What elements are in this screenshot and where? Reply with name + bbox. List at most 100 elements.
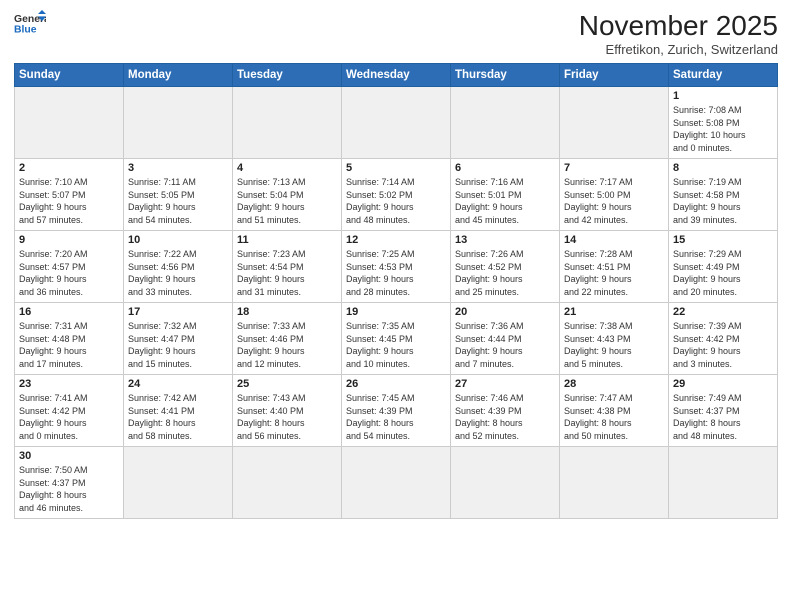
- day-cell: 3 Sunrise: 7:11 AM Sunset: 5:05 PM Daylig…: [124, 159, 233, 231]
- day-info: Sunrise: 7:33 AM Sunset: 4:46 PM Dayligh…: [237, 320, 337, 370]
- day-number: 23: [19, 378, 119, 390]
- day-cell: [560, 87, 669, 159]
- weekday-header-row: Sunday Monday Tuesday Wednesday Thursday…: [15, 64, 778, 87]
- day-info: Sunrise: 7:26 AM Sunset: 4:52 PM Dayligh…: [455, 248, 555, 298]
- day-cell: 9Sunrise: 7:20 AM Sunset: 4:57 PM Daylig…: [15, 231, 124, 303]
- week-row-4: 23 Sunrise: 7:41 AM Sunset: 4:42 PM Dayli…: [15, 375, 778, 447]
- header-friday: Friday: [560, 64, 669, 87]
- day-info: Sunrise: 7:43 AM Sunset: 4:40 PM Dayligh…: [237, 392, 337, 442]
- title-block: November 2025 Effretikon, Zurich, Switze…: [579, 10, 778, 57]
- day-cell: 13 Sunrise: 7:26 AM Sunset: 4:52 PM Dayli…: [451, 231, 560, 303]
- day-info: Sunrise: 7:13 AM Sunset: 5:04 PM Dayligh…: [237, 176, 337, 226]
- header-sunday: Sunday: [15, 64, 124, 87]
- day-cell: [15, 87, 124, 159]
- day-cell: [342, 87, 451, 159]
- day-cell: [342, 447, 451, 519]
- day-cell: 1 Sunrise: 7:08 AM Sunset: 5:08 PM Daylig…: [669, 87, 778, 159]
- day-cell: 28 Sunrise: 7:47 AM Sunset: 4:38 PM Dayli…: [560, 375, 669, 447]
- day-info: Sunrise: 7:10 AM Sunset: 5:07 PM Dayligh…: [19, 176, 119, 226]
- day-number: 27: [455, 378, 555, 390]
- day-number: 28: [564, 378, 664, 390]
- day-number: 15: [673, 234, 773, 246]
- day-number: 7: [564, 162, 664, 174]
- day-cell: 2Sunrise: 7:10 AM Sunset: 5:07 PM Daylig…: [15, 159, 124, 231]
- day-info: Sunrise: 7:16 AM Sunset: 5:01 PM Dayligh…: [455, 176, 555, 226]
- day-cell: 14Sunrise: 7:28 AM Sunset: 4:51 PM Dayli…: [560, 231, 669, 303]
- day-cell: [124, 87, 233, 159]
- day-cell: 21 Sunrise: 7:38 AM Sunset: 4:43 PM Dayli…: [560, 303, 669, 375]
- week-row-2: 9Sunrise: 7:20 AM Sunset: 4:57 PM Daylig…: [15, 231, 778, 303]
- day-cell: 23 Sunrise: 7:41 AM Sunset: 4:42 PM Dayli…: [15, 375, 124, 447]
- day-cell: 24 Sunrise: 7:42 AM Sunset: 4:41 PM Dayli…: [124, 375, 233, 447]
- day-info: Sunrise: 7:22 AM Sunset: 4:56 PM Dayligh…: [128, 248, 228, 298]
- day-cell: 11 Sunrise: 7:23 AM Sunset: 4:54 PM Dayli…: [233, 231, 342, 303]
- day-info: Sunrise: 7:41 AM Sunset: 4:42 PM Dayligh…: [19, 392, 119, 442]
- day-info: Sunrise: 7:28 AM Sunset: 4:51 PM Dayligh…: [564, 248, 664, 298]
- day-cell: 22Sunrise: 7:39 AM Sunset: 4:42 PM Dayli…: [669, 303, 778, 375]
- day-info: Sunrise: 7:35 AM Sunset: 4:45 PM Dayligh…: [346, 320, 446, 370]
- day-info: Sunrise: 7:32 AM Sunset: 4:47 PM Dayligh…: [128, 320, 228, 370]
- day-info: Sunrise: 7:49 AM Sunset: 4:37 PM Dayligh…: [673, 392, 773, 442]
- day-info: Sunrise: 7:23 AM Sunset: 4:54 PM Dayligh…: [237, 248, 337, 298]
- day-number: 16: [19, 306, 119, 318]
- location: Effretikon, Zurich, Switzerland: [579, 42, 778, 57]
- day-number: 1: [673, 90, 773, 102]
- day-number: 22: [673, 306, 773, 318]
- day-info: Sunrise: 7:11 AM Sunset: 5:05 PM Dayligh…: [128, 176, 228, 226]
- day-number: 19: [346, 306, 446, 318]
- day-number: 25: [237, 378, 337, 390]
- day-number: 5: [346, 162, 446, 174]
- day-number: 17: [128, 306, 228, 318]
- day-info: Sunrise: 7:45 AM Sunset: 4:39 PM Dayligh…: [346, 392, 446, 442]
- logo: General Blue: [14, 10, 46, 38]
- day-number: 29: [673, 378, 773, 390]
- header-tuesday: Tuesday: [233, 64, 342, 87]
- day-info: Sunrise: 7:31 AM Sunset: 4:48 PM Dayligh…: [19, 320, 119, 370]
- day-info: Sunrise: 7:20 AM Sunset: 4:57 PM Dayligh…: [19, 248, 119, 298]
- day-number: 24: [128, 378, 228, 390]
- day-cell: 17 Sunrise: 7:32 AM Sunset: 4:47 PM Dayli…: [124, 303, 233, 375]
- day-number: 30: [19, 450, 119, 462]
- header-thursday: Thursday: [451, 64, 560, 87]
- day-info: Sunrise: 7:17 AM Sunset: 5:00 PM Dayligh…: [564, 176, 664, 226]
- page: General Blue November 2025 Effretikon, Z…: [0, 0, 792, 612]
- day-info: Sunrise: 7:38 AM Sunset: 4:43 PM Dayligh…: [564, 320, 664, 370]
- day-number: 11: [237, 234, 337, 246]
- svg-text:Blue: Blue: [14, 24, 37, 35]
- day-info: Sunrise: 7:25 AM Sunset: 4:53 PM Dayligh…: [346, 248, 446, 298]
- day-cell: 4Sunrise: 7:13 AM Sunset: 5:04 PM Daylig…: [233, 159, 342, 231]
- day-info: Sunrise: 7:47 AM Sunset: 4:38 PM Dayligh…: [564, 392, 664, 442]
- day-cell: [233, 447, 342, 519]
- day-cell: 7 Sunrise: 7:17 AM Sunset: 5:00 PM Daylig…: [560, 159, 669, 231]
- day-number: 12: [346, 234, 446, 246]
- day-cell: 10 Sunrise: 7:22 AM Sunset: 4:56 PM Dayli…: [124, 231, 233, 303]
- day-cell: 25 Sunrise: 7:43 AM Sunset: 4:40 PM Dayli…: [233, 375, 342, 447]
- day-info: Sunrise: 7:08 AM Sunset: 5:08 PM Dayligh…: [673, 104, 773, 154]
- header: General Blue November 2025 Effretikon, Z…: [14, 10, 778, 57]
- day-cell: 12 Sunrise: 7:25 AM Sunset: 4:53 PM Dayli…: [342, 231, 451, 303]
- logo-icon: General Blue: [14, 10, 46, 38]
- day-cell: [451, 447, 560, 519]
- week-row-0: 1 Sunrise: 7:08 AM Sunset: 5:08 PM Daylig…: [15, 87, 778, 159]
- day-number: 3: [128, 162, 228, 174]
- day-number: 13: [455, 234, 555, 246]
- day-cell: 30 Sunrise: 7:50 AM Sunset: 4:37 PM Dayli…: [15, 447, 124, 519]
- day-cell: 20Sunrise: 7:36 AM Sunset: 4:44 PM Dayli…: [451, 303, 560, 375]
- day-number: 21: [564, 306, 664, 318]
- day-number: 10: [128, 234, 228, 246]
- day-info: Sunrise: 7:42 AM Sunset: 4:41 PM Dayligh…: [128, 392, 228, 442]
- day-cell: [669, 447, 778, 519]
- week-row-3: 16 Sunrise: 7:31 AM Sunset: 4:48 PM Dayli…: [15, 303, 778, 375]
- month-title: November 2025: [579, 10, 778, 42]
- header-saturday: Saturday: [669, 64, 778, 87]
- day-cell: 26Sunrise: 7:45 AM Sunset: 4:39 PM Dayli…: [342, 375, 451, 447]
- day-info: Sunrise: 7:19 AM Sunset: 4:58 PM Dayligh…: [673, 176, 773, 226]
- day-cell: 15Sunrise: 7:29 AM Sunset: 4:49 PM Dayli…: [669, 231, 778, 303]
- day-info: Sunrise: 7:50 AM Sunset: 4:37 PM Dayligh…: [19, 464, 119, 514]
- day-number: 8: [673, 162, 773, 174]
- day-cell: [124, 447, 233, 519]
- day-cell: 19 Sunrise: 7:35 AM Sunset: 4:45 PM Dayli…: [342, 303, 451, 375]
- day-cell: [560, 447, 669, 519]
- day-cell: 5Sunrise: 7:14 AM Sunset: 5:02 PM Daylig…: [342, 159, 451, 231]
- header-monday: Monday: [124, 64, 233, 87]
